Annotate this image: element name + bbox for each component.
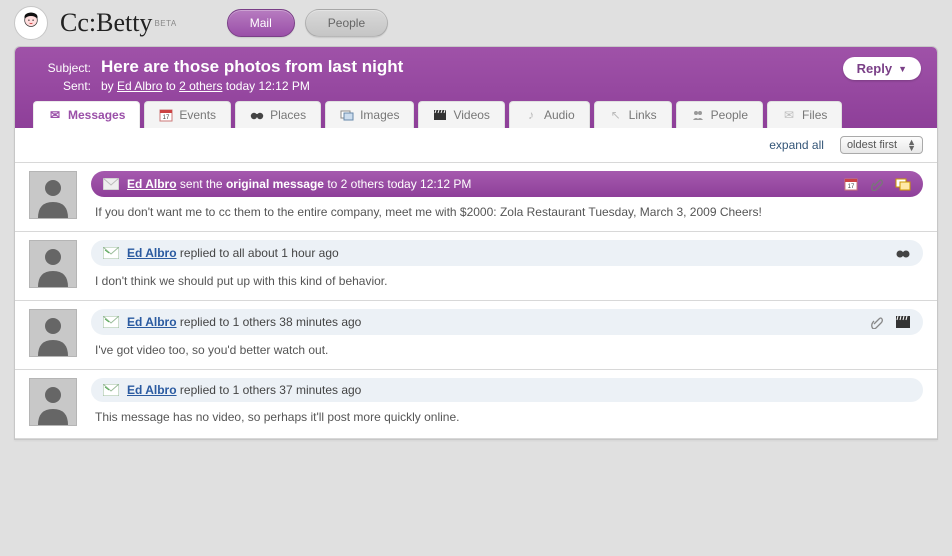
- message-body: This message has no video, so perhaps it…: [91, 402, 923, 424]
- svg-text:17: 17: [163, 115, 170, 121]
- tab-people[interactable]: People: [676, 101, 763, 128]
- recipients-link[interactable]: 2 others: [179, 79, 222, 93]
- avatar[interactable]: [29, 171, 77, 219]
- tab-images[interactable]: Images: [325, 101, 414, 128]
- thread-header: Reply ▼ Subject: Here are those photos f…: [15, 47, 937, 128]
- message-row: Ed Albro replied to 1 others 38 minutes …: [15, 301, 937, 370]
- message-body: I've got video too, so you'd better watc…: [91, 335, 923, 357]
- envelope-icon: [103, 178, 119, 190]
- svg-text:17: 17: [848, 184, 855, 190]
- message-header[interactable]: Ed Albro replied to all about 1 hour ago: [91, 240, 923, 266]
- sort-label: oldest first: [847, 139, 897, 151]
- message-meta: Ed Albro replied to all about 1 hour ago: [127, 246, 339, 260]
- message-meta: Ed Albro replied to 1 others 38 minutes …: [127, 315, 361, 329]
- clapper-icon[interactable]: [895, 314, 911, 330]
- message-meta: Ed Albro replied to 1 others 37 minutes …: [127, 383, 361, 397]
- dropdown-icon: ▼: [898, 64, 907, 74]
- envelope-icon: ✉: [48, 108, 62, 122]
- images-icon: [340, 108, 354, 122]
- message-header[interactable]: Ed Albro sent the original message to 2 …: [91, 171, 923, 197]
- avatar[interactable]: [29, 309, 77, 357]
- subject-text: Here are those photos from last night: [101, 57, 403, 77]
- tab-audio[interactable]: ♪Audio: [509, 101, 590, 128]
- subject-label: Subject:: [31, 61, 91, 75]
- nav-people[interactable]: People: [305, 9, 388, 37]
- attachment-icon[interactable]: [869, 176, 885, 192]
- reply-envelope-icon: [103, 247, 119, 259]
- tab-places[interactable]: Places: [235, 101, 321, 128]
- tab-files[interactable]: ✉Files: [767, 101, 842, 128]
- beta-badge: BETA: [154, 19, 176, 28]
- tabs: ✉Messages 17Events Places Images Videos …: [31, 101, 921, 128]
- calendar-icon[interactable]: 17: [843, 176, 859, 192]
- message-header[interactable]: Ed Albro replied to 1 others 38 minutes …: [91, 309, 923, 335]
- betty-icon: [17, 9, 45, 37]
- expand-all-link[interactable]: expand all: [769, 138, 824, 152]
- message-body: I don't think we should put up with this…: [91, 266, 923, 288]
- binoculars-icon[interactable]: [895, 245, 911, 261]
- user-link[interactable]: Ed Albro: [127, 246, 177, 260]
- thread-controls: expand all oldest first ▲▼: [15, 128, 937, 163]
- sort-select[interactable]: oldest first ▲▼: [840, 136, 923, 154]
- calendar-icon: 17: [159, 108, 173, 122]
- clapper-icon: [433, 108, 447, 122]
- reply-envelope-icon: [103, 384, 119, 396]
- sender-link[interactable]: Ed Albro: [117, 79, 162, 93]
- people-icon: [691, 108, 705, 122]
- user-link[interactable]: Ed Albro: [127, 383, 177, 397]
- images-icon[interactable]: [895, 176, 911, 192]
- user-link[interactable]: Ed Albro: [127, 177, 177, 191]
- topbar: Cc:BettyBETA Mail People: [0, 0, 952, 46]
- thread: Ed Albro sent the original message to 2 …: [15, 163, 937, 439]
- message-header[interactable]: Ed Albro replied to 1 others 37 minutes …: [91, 378, 923, 402]
- sent-label: Sent:: [31, 79, 91, 93]
- nav-mail[interactable]: Mail: [227, 9, 295, 37]
- envelope-icon: ✉: [782, 108, 796, 122]
- message-meta: Ed Albro sent the original message to 2 …: [127, 177, 471, 191]
- avatar[interactable]: [29, 378, 77, 426]
- main-panel: Reply ▼ Subject: Here are those photos f…: [14, 46, 938, 440]
- tab-messages[interactable]: ✉Messages: [33, 101, 140, 128]
- music-note-icon: ♪: [524, 108, 538, 122]
- avatar[interactable]: [29, 240, 77, 288]
- tab-links[interactable]: ↖Links: [594, 101, 672, 128]
- sort-arrows-icon: ▲▼: [907, 139, 916, 151]
- logo[interactable]: [14, 6, 48, 40]
- binoculars-icon: [250, 108, 264, 122]
- attachment-icon[interactable]: [869, 314, 885, 330]
- reply-envelope-icon: [103, 316, 119, 328]
- sent-text: by Ed Albro to 2 others today 12:12 PM: [101, 79, 310, 93]
- reply-label: Reply: [857, 61, 892, 76]
- message-row: Ed Albro replied to 1 others 37 minutes …: [15, 370, 937, 439]
- nav-pills: Mail People: [227, 9, 388, 37]
- user-link[interactable]: Ed Albro: [127, 315, 177, 329]
- brand-name: Cc:BettyBETA: [58, 8, 177, 38]
- message-row: Ed Albro sent the original message to 2 …: [15, 163, 937, 232]
- reply-button[interactable]: Reply ▼: [843, 57, 921, 80]
- tab-videos[interactable]: Videos: [418, 101, 504, 128]
- message-body: If you don't want me to cc them to the e…: [91, 197, 923, 219]
- tab-events[interactable]: 17Events: [144, 101, 231, 128]
- message-row: Ed Albro replied to all about 1 hour ago…: [15, 232, 937, 301]
- cursor-icon: ↖: [609, 108, 623, 122]
